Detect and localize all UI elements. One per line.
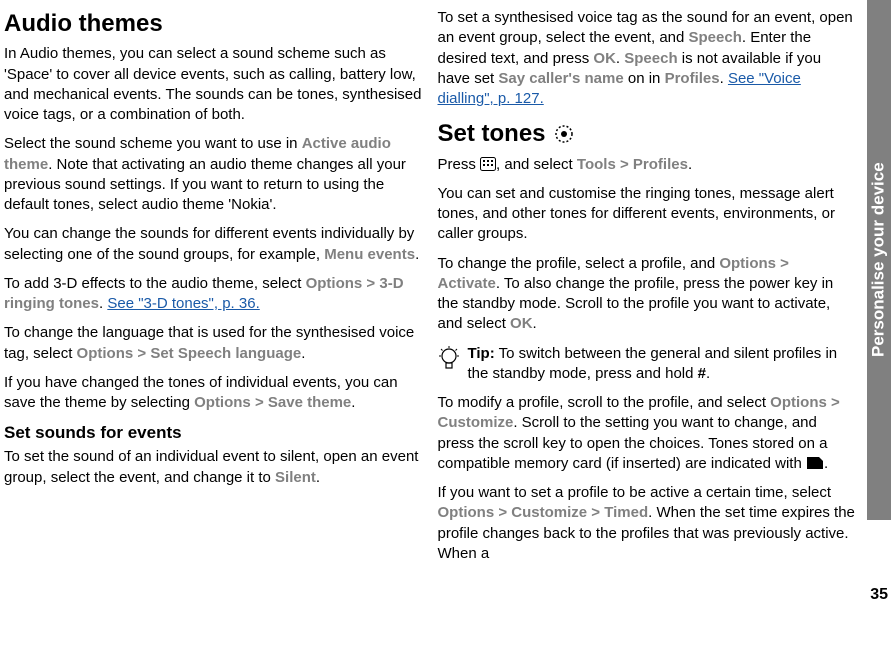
text: In Audio themes, you can select a sound … xyxy=(4,45,422,123)
page-number: 35 xyxy=(870,584,888,606)
ui-term: Options xyxy=(719,255,776,272)
side-tab: Personalise your device xyxy=(867,0,891,520)
ui-term: Say caller's name xyxy=(498,70,623,87)
ui-term: Customize xyxy=(438,414,514,431)
paragraph: To modify a profile, scroll to the profi… xyxy=(438,393,856,474)
page-content: Audio themes In Audio themes, you can se… xyxy=(0,0,891,651)
text: . xyxy=(316,469,320,486)
ui-term: Save theme xyxy=(268,394,351,411)
text: , and select xyxy=(496,156,577,173)
paragraph: To set the sound of an individual event … xyxy=(4,447,422,488)
ui-term: Profiles xyxy=(633,156,688,173)
cross-reference-link[interactable]: See "3-D tones", p. 36. xyxy=(107,295,259,312)
text: To add 3-D effects to the audio theme, s… xyxy=(4,275,306,292)
paragraph: To change the language that is used for … xyxy=(4,323,422,364)
separator: > xyxy=(362,275,379,292)
text: . xyxy=(533,315,537,332)
heading-row-set-tones: Set tones xyxy=(438,118,856,150)
tip-text: Tip: To switch between the general and s… xyxy=(468,344,856,385)
ui-term: Tools xyxy=(577,156,616,173)
text: . xyxy=(688,156,692,173)
ui-term: Silent xyxy=(275,469,316,486)
heading-audio-themes: Audio themes xyxy=(4,8,422,40)
subheading-set-sounds: Set sounds for events xyxy=(4,422,422,445)
ui-term: Timed xyxy=(604,504,648,521)
heading-set-tones: Set tones xyxy=(438,118,546,150)
paragraph: Press , and select Tools > Profiles. xyxy=(438,155,856,175)
text: . To also change the profile, press the … xyxy=(438,275,834,333)
text: Press xyxy=(438,156,481,173)
text: To change the profile, select a profile,… xyxy=(438,255,720,272)
paragraph: Select the sound scheme you want to use … xyxy=(4,134,422,215)
ui-term: Options xyxy=(194,394,251,411)
ui-term: Profiles xyxy=(665,70,720,87)
column-right: To set a synthesised voice tag as the so… xyxy=(438,8,882,643)
ui-term: Menu events xyxy=(324,246,415,263)
text: To set the sound of an individual event … xyxy=(4,448,418,485)
lightbulb-icon xyxy=(438,346,460,372)
separator: > xyxy=(251,394,268,411)
column-left: Audio themes In Audio themes, you can se… xyxy=(4,8,422,643)
separator: > xyxy=(776,255,789,272)
text: To switch between the general and silent… xyxy=(468,345,838,382)
paragraph: You can change the sounds for different … xyxy=(4,224,422,265)
paragraph: To set a synthesised voice tag as the so… xyxy=(438,8,856,109)
ui-term: OK xyxy=(593,50,616,67)
text: . xyxy=(824,455,828,472)
menu-key-icon xyxy=(480,157,496,171)
ui-term: Activate xyxy=(438,275,496,292)
paragraph: If you have changed the tones of individ… xyxy=(4,373,422,414)
ui-term: Customize xyxy=(511,504,587,521)
ui-term: Set Speech language xyxy=(150,345,301,362)
ui-term: Options xyxy=(438,504,495,521)
paragraph: To change the profile, select a profile,… xyxy=(438,254,856,335)
ui-term: Speech xyxy=(624,50,677,67)
separator: > xyxy=(494,504,511,521)
text: . xyxy=(415,246,419,263)
text: . xyxy=(616,50,624,67)
paragraph: If you want to set a profile to be activ… xyxy=(438,483,856,564)
text: If you want to set a profile to be activ… xyxy=(438,484,832,501)
text: To modify a profile, scroll to the profi… xyxy=(438,394,771,411)
memory-card-icon xyxy=(806,456,824,470)
ui-term: Options xyxy=(770,394,827,411)
text: . xyxy=(720,70,728,87)
separator: > xyxy=(827,394,840,411)
tip-block: Tip: To switch between the general and s… xyxy=(438,344,856,385)
text: . xyxy=(351,394,355,411)
ui-term: OK xyxy=(510,315,533,332)
separator: > xyxy=(587,504,604,521)
paragraph: You can set and customise the ringing to… xyxy=(438,184,856,245)
paragraph: In Audio themes, you can select a sound … xyxy=(4,44,422,125)
ui-term: Speech xyxy=(689,29,742,46)
paragraph: To add 3-D effects to the audio theme, s… xyxy=(4,274,422,315)
key-name: # xyxy=(698,365,706,382)
text: Select the sound scheme you want to use … xyxy=(4,135,302,152)
text: . xyxy=(706,365,710,382)
text: . xyxy=(301,345,305,362)
text: on in xyxy=(624,70,665,87)
separator: > xyxy=(133,345,150,362)
ui-term: Options xyxy=(306,275,363,292)
tones-icon xyxy=(554,124,574,144)
tip-label: Tip: xyxy=(468,345,495,362)
separator: > xyxy=(616,156,633,173)
ui-term: Options xyxy=(77,345,134,362)
text: . Note that activating an audio theme ch… xyxy=(4,156,406,214)
